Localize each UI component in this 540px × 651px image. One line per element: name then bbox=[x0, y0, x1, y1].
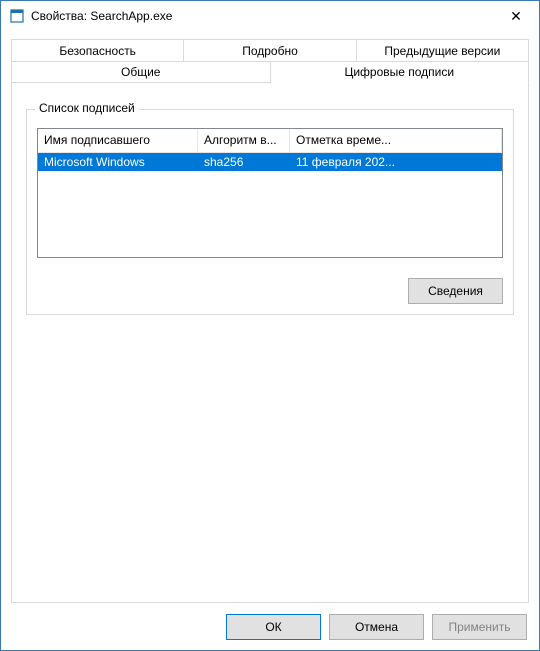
signature-list-group: Список подписей Имя подписавшего Алгорит… bbox=[26, 109, 514, 315]
tab-control: Безопасность Подробно Предыдущие версии … bbox=[11, 39, 529, 603]
cancel-button[interactable]: Отмена bbox=[329, 614, 424, 640]
close-icon: ✕ bbox=[510, 9, 522, 23]
tab-security[interactable]: Безопасность bbox=[11, 39, 184, 61]
ok-button[interactable]: ОК bbox=[226, 614, 321, 640]
tab-panel-digital-signatures: Список подписей Имя подписавшего Алгорит… bbox=[11, 83, 529, 603]
cell-algorithm: sha256 bbox=[198, 154, 290, 170]
tab-digital-signatures[interactable]: Цифровые подписи bbox=[271, 61, 530, 83]
dialog-content: Безопасность Подробно Предыдущие версии … bbox=[1, 31, 539, 650]
close-button[interactable]: ✕ bbox=[493, 1, 539, 31]
column-header-signer[interactable]: Имя подписавшего bbox=[38, 129, 198, 153]
tab-general[interactable]: Общие bbox=[11, 61, 271, 83]
apply-button[interactable]: Применить bbox=[432, 614, 527, 640]
title-bar: Свойства: SearchApp.exe ✕ bbox=[1, 1, 539, 31]
details-button[interactable]: Сведения bbox=[408, 278, 503, 304]
cell-signer: Microsoft Windows bbox=[38, 154, 198, 170]
tab-previous-versions[interactable]: Предыдущие версии bbox=[357, 39, 529, 61]
window-title: Свойства: SearchApp.exe bbox=[31, 9, 493, 23]
listview-row[interactable]: Microsoft Windows sha256 11 февраля 202.… bbox=[38, 153, 502, 171]
column-header-algorithm[interactable]: Алгоритм в... bbox=[198, 129, 290, 153]
app-icon bbox=[9, 8, 25, 24]
dialog-button-row: ОК Отмена Применить bbox=[226, 614, 527, 640]
cell-timestamp: 11 февраля 202... bbox=[290, 154, 502, 170]
group-label: Список подписей bbox=[35, 101, 139, 115]
signature-listview[interactable]: Имя подписавшего Алгоритм в... Отметка в… bbox=[37, 128, 503, 258]
tab-details[interactable]: Подробно bbox=[184, 39, 356, 61]
column-header-timestamp[interactable]: Отметка време... bbox=[290, 129, 502, 153]
listview-header: Имя подписавшего Алгоритм в... Отметка в… bbox=[38, 129, 502, 153]
